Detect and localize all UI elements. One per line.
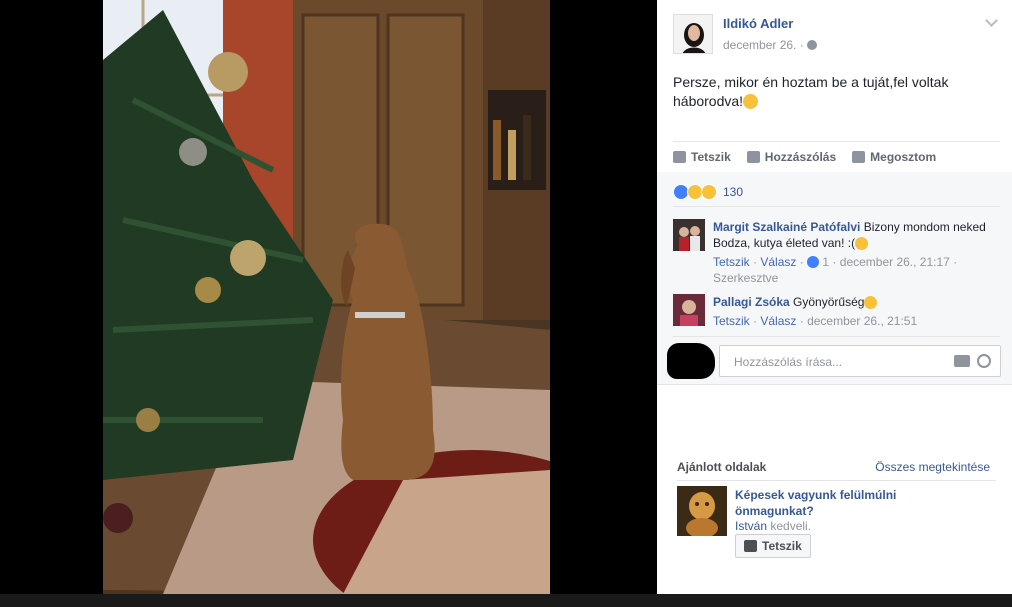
author-avatar[interactable] — [673, 14, 713, 54]
comment-avatar[interactable] — [673, 219, 705, 251]
recommended-like-button[interactable]: Tetszik — [735, 534, 811, 558]
write-comment-row: Hozzászólás írása... — [673, 345, 1001, 377]
smirk-emoji-icon — [743, 94, 759, 109]
comment-meta: Tetszik · Válasz · 1 · december 26., 21:… — [713, 254, 1003, 286]
post-date-row: december 26. · — [723, 38, 817, 52]
comment-avatar-image — [673, 294, 705, 326]
comment-edited[interactable]: Szerkesztve — [713, 270, 1003, 286]
comment-like-count[interactable]: 1 — [822, 255, 829, 269]
post-photo[interactable] — [103, 0, 550, 594]
comment-body: Margit Szalkainé Patófalvi Bizony mondom… — [713, 219, 1003, 286]
recommended-title: Ajánlott oldalak — [677, 460, 767, 474]
share-icon — [852, 151, 866, 163]
emoji-icon[interactable] — [977, 354, 991, 368]
comment-author[interactable]: Margit Szalkainé Patófalvi — [713, 220, 860, 234]
divider — [673, 206, 1000, 207]
recommended-like-label: Tetszik — [762, 539, 802, 553]
recommended-liked-by: István kedveli. — [735, 519, 811, 533]
like-icon — [673, 151, 686, 163]
post-text: Persze, mikor én hoztam be a tuját,fel v… — [673, 74, 949, 109]
recommended-page-name[interactable]: Képesek vagyunk felülmúlni önmagunkat? — [735, 487, 935, 519]
comment-input[interactable]: Hozzászólás írása... — [719, 345, 1001, 377]
comment-avatar-image — [673, 219, 705, 251]
comment-timestamp[interactable]: december 26., 21:51 — [807, 314, 917, 328]
comment-input-placeholder: Hozzászólás írása... — [734, 355, 843, 369]
recommended-page-thumbnail[interactable] — [677, 486, 727, 536]
divider — [677, 480, 996, 481]
comment-like-link[interactable]: Tetszik — [713, 255, 750, 269]
camera-icon[interactable] — [954, 355, 970, 367]
like-action-label: Tetszik — [691, 150, 731, 164]
bottom-strip — [0, 594, 1012, 607]
comment-text: Gyönyörűség — [793, 295, 865, 309]
share-action[interactable]: Megosztom — [852, 148, 936, 166]
post-author[interactable]: Ildikó Adler — [723, 16, 793, 31]
author-avatar-image — [674, 15, 712, 53]
globe-icon — [806, 40, 817, 50]
comment-action-label: Hozzászólás — [764, 150, 837, 164]
wow-reaction-icon — [701, 184, 717, 200]
chevron-down-icon[interactable] — [985, 14, 998, 27]
comment-avatar[interactable] — [673, 294, 705, 326]
liked-by-name[interactable]: István — [735, 519, 767, 533]
reaction-summary[interactable]: 130 — [673, 184, 743, 200]
liked-by-suffix: kedveli. — [770, 519, 812, 533]
comment-timestamp[interactable]: december 26., 21:17 · — [840, 255, 957, 269]
recommended-page-image — [677, 486, 727, 536]
reaction-count[interactable]: 130 — [723, 185, 743, 199]
comment-like-link[interactable]: Tetszik — [713, 314, 750, 328]
comment-reply-link[interactable]: Válasz — [760, 255, 796, 269]
like-badge-icon — [807, 256, 820, 268]
post-actions: Tetszik Hozzászólás Megosztom — [673, 148, 1001, 166]
post-side-panel: Ildikó Adler december 26. · Persze, miko… — [657, 0, 1012, 594]
comment-reply-link[interactable]: Válasz — [760, 314, 796, 328]
comment-body: Pallagi Zsóka Gyönyörűség Tetszik · Vála… — [713, 294, 1003, 329]
divider — [673, 141, 1000, 142]
comment-action[interactable]: Hozzászólás — [746, 148, 837, 166]
like-icon — [744, 540, 757, 552]
post-text-block: Persze, mikor én hoztam be a tuját,fel v… — [673, 73, 983, 111]
redacted-avatar — [667, 343, 715, 379]
like-action[interactable]: Tetszik — [673, 148, 731, 166]
photo-stage — [0, 0, 656, 607]
share-action-label: Megosztom — [870, 150, 937, 164]
post-date[interactable]: december 26. · — [723, 38, 804, 52]
comment-meta: Tetszik · Válasz · december 26., 21:51 — [713, 314, 918, 328]
photo-illustration — [103, 0, 550, 594]
divider — [673, 336, 1000, 337]
comment-icon — [746, 151, 760, 163]
see-all-link[interactable]: Összes megtekintése — [875, 460, 990, 474]
smile-emoji-icon — [864, 296, 878, 309]
comment-author[interactable]: Pallagi Zsóka — [713, 295, 790, 309]
smirk-emoji-icon — [855, 237, 869, 250]
